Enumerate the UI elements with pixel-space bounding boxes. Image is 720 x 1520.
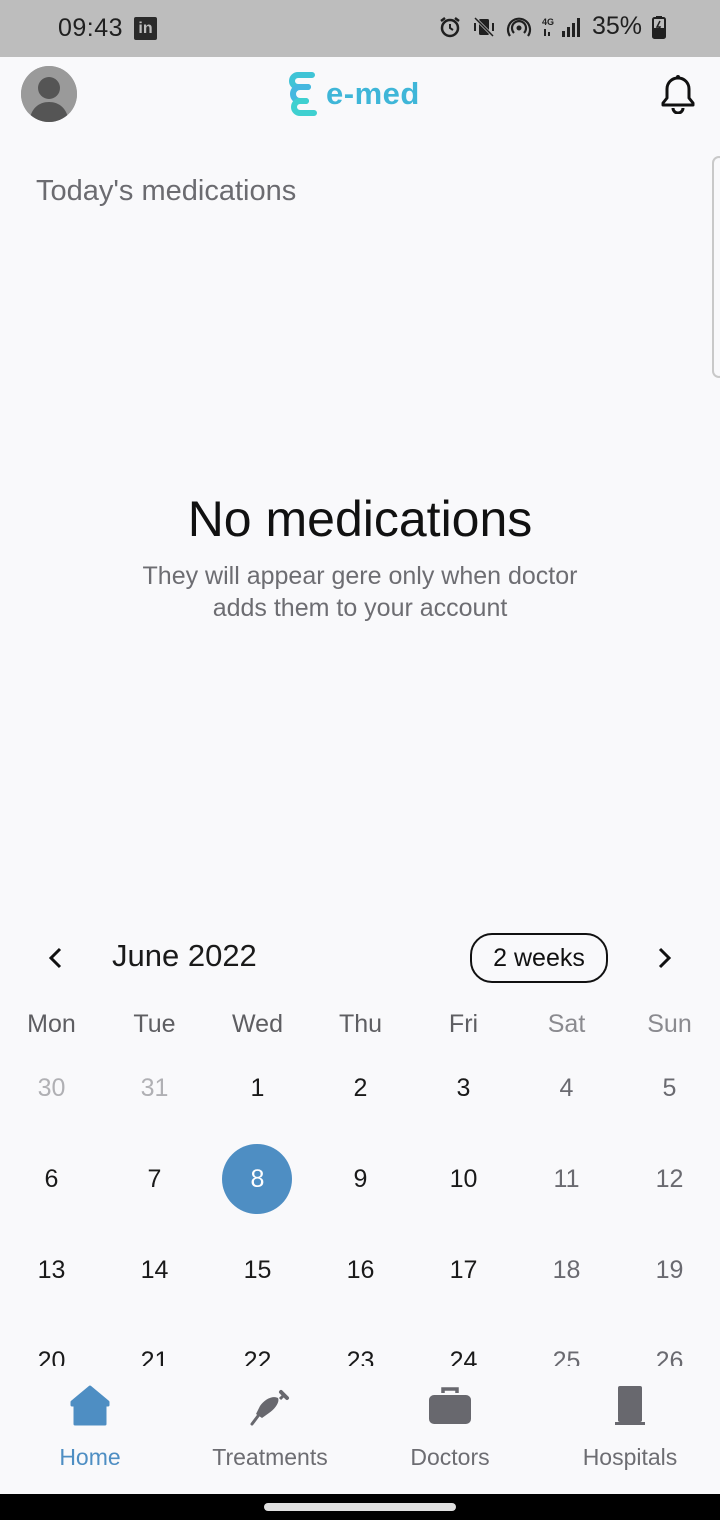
nav-item-hospitals[interactable]: Hospitals (540, 1366, 720, 1494)
weekday-mon: Mon (27, 1010, 76, 1038)
calendar-day[interactable]: 7 (103, 1151, 206, 1207)
calendar-day[interactable]: 11 (515, 1151, 618, 1207)
door-icon (615, 1386, 645, 1425)
nav-label-doctors: Doctors (410, 1444, 490, 1470)
bell-icon (661, 75, 695, 115)
calendar-day[interactable]: 4 (515, 1060, 618, 1116)
status-time: 09:43 (58, 14, 124, 42)
calendar-day[interactable]: 8 (206, 1144, 309, 1214)
syringe-icon (250, 1390, 289, 1426)
chevron-right-icon (658, 947, 672, 969)
empty-state-subtitle-line-2: adds them to your account (212, 594, 508, 622)
calendar-day[interactable]: 23 (309, 1333, 412, 1366)
person-silhouette-icon (21, 66, 77, 122)
chevron-left-icon (48, 947, 62, 969)
nav-item-treatments[interactable]: Treatments (180, 1366, 360, 1494)
scroll-indicator[interactable] (712, 156, 720, 378)
calendar-day[interactable]: 21 (103, 1333, 206, 1366)
weekday-sun: Sun (647, 1010, 692, 1038)
user-avatar[interactable] (21, 66, 77, 122)
calendar-header: June 2022 2 weeks (0, 930, 720, 986)
weekday-fri: Fri (448, 1010, 479, 1038)
calendar-next-button[interactable] (648, 942, 680, 974)
app-header: e-med (0, 57, 720, 137)
briefcase-icon (429, 1387, 471, 1424)
calendar-day[interactable]: 24 (412, 1333, 515, 1366)
calendar-format-button[interactable]: 2 weeks (470, 933, 608, 983)
calendar-day[interactable]: 13 (0, 1242, 103, 1298)
empty-state-title: No medications (187, 491, 533, 547)
calendar-day[interactable]: 22 (206, 1333, 309, 1366)
weekday-thu: Thu (338, 1010, 383, 1038)
weekday-tue: Tue (133, 1010, 176, 1038)
notifications-button[interactable] (659, 74, 697, 119)
calendar-day[interactable]: 6 (0, 1151, 103, 1207)
empty-state-subtitle-line-1: They will appear gere only when doctor (142, 562, 578, 590)
e-med-logo-icon (289, 72, 317, 116)
calendar-day[interactable]: 20 (0, 1333, 103, 1366)
calendar-day[interactable]: 25 (515, 1333, 618, 1366)
brand-logo: e-med (288, 71, 420, 117)
brand-name: e-med (326, 76, 420, 111)
weekday-wed: Wed (232, 1010, 283, 1038)
calendar-day[interactable]: 15 (206, 1242, 309, 1298)
calendar-prev-button[interactable] (40, 942, 72, 974)
nav-label-home: Home (59, 1444, 121, 1470)
calendar-day[interactable]: 2 (309, 1060, 412, 1116)
calendar-day[interactable]: 14 (103, 1242, 206, 1298)
calendar-day[interactable]: 17 (412, 1242, 515, 1298)
status-bar: 09:43 in 4G 35% (0, 0, 720, 57)
calendar-day[interactable]: 9 (309, 1151, 412, 1207)
battery-percent: 35% (591, 12, 642, 40)
calendar-day[interactable]: 5 (618, 1060, 720, 1116)
calendar-day[interactable]: 1 (206, 1060, 309, 1116)
nav-item-home[interactable]: Home (0, 1366, 180, 1494)
svg-text:4G: 4G (542, 17, 554, 27)
calendar-day[interactable]: 16 (309, 1242, 412, 1298)
vibrate-off-icon (473, 16, 495, 37)
calendar-day[interactable]: 18 (515, 1242, 618, 1298)
calendar-day[interactable]: 10 (412, 1151, 515, 1207)
calendar-day[interactable]: 3 (412, 1060, 515, 1116)
weekday-sat: Sat (547, 1010, 586, 1038)
nav-label-treatments: Treatments (212, 1444, 328, 1470)
signal-icon: 4G (542, 17, 580, 37)
hotspot-icon (506, 17, 531, 37)
calendar-days-grid: 30 31 1 2 3 4 5 6 7 8 9 10 11 12 13 14 15 16 17 18 19 20 21 22 2… (0, 1060, 720, 1366)
nav-label-hospitals: Hospitals (582, 1444, 678, 1470)
section-title-todays-medications: Today's medications (36, 175, 297, 207)
calendar-weekdays: Mon Tue Wed Thu Fri Sat Sun (0, 1010, 720, 1050)
status-icons: 4G 35% (438, 12, 666, 41)
home-gesture-handle[interactable] (264, 1503, 456, 1511)
nav-item-doctors[interactable]: Doctors (360, 1366, 540, 1494)
calendar-day[interactable]: 12 (618, 1151, 720, 1207)
alarm-icon (440, 16, 460, 37)
bottom-navigation: Home Treatments Doctors Hospitals (0, 1366, 720, 1494)
linkedin-notification-icon: in (134, 17, 157, 40)
battery-charging-icon (652, 15, 666, 39)
system-gesture-bar (0, 1494, 720, 1520)
calendar-day[interactable]: 19 (618, 1242, 720, 1298)
calendar-day[interactable]: 26 (618, 1333, 720, 1366)
calendar-month-label: June 2022 (112, 938, 257, 973)
empty-state-subtitle: They will appear gere only when doctor a… (0, 560, 720, 624)
calendar-day[interactable]: 30 (0, 1060, 103, 1116)
home-icon (70, 1385, 110, 1426)
calendar-day[interactable]: 31 (103, 1060, 206, 1116)
